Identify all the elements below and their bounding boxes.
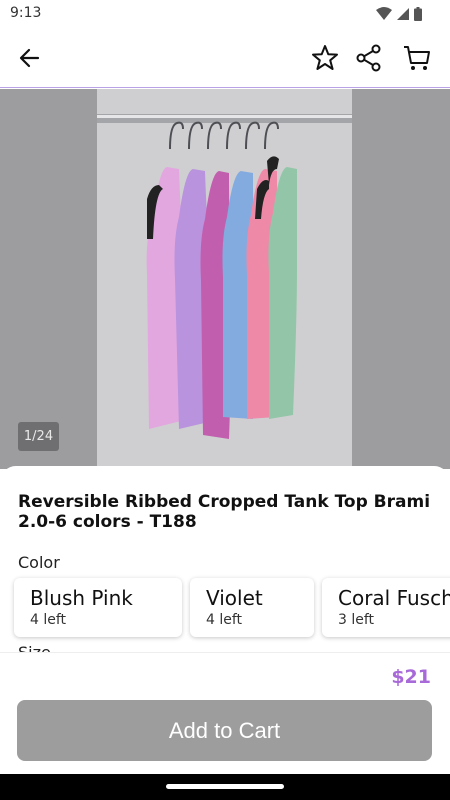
product-photo xyxy=(97,89,352,469)
hanging-tank-tops-image xyxy=(97,114,352,439)
product-details-sheet: Reversible Ribbed Cropped Tank Top Brami… xyxy=(0,466,450,653)
color-option-violet[interactable]: Violet 4 left xyxy=(190,578,314,637)
cart-icon[interactable] xyxy=(401,42,433,74)
wifi-icon xyxy=(376,7,392,20)
status-bar: 9:13 xyxy=(0,0,450,28)
home-gesture-handle[interactable] xyxy=(166,784,284,789)
color-section-label: Color xyxy=(18,553,60,572)
product-title: Reversible Ribbed Cropped Tank Top Brami… xyxy=(18,492,431,532)
color-option-name: Coral Fuschia xyxy=(338,586,450,610)
app-bar xyxy=(0,28,450,88)
color-option-stock: 4 left xyxy=(30,612,67,628)
battery-icon xyxy=(414,7,422,21)
product-price: $21 xyxy=(391,666,431,688)
color-option-blush-pink[interactable]: Blush Pink 4 left xyxy=(14,578,182,637)
color-option-stock: 3 left xyxy=(338,612,375,628)
color-option-coral-fuschia[interactable]: Coral Fuschia 3 left xyxy=(322,578,450,637)
image-counter-badge: 1/24 xyxy=(18,422,59,451)
share-icon[interactable] xyxy=(353,42,385,74)
add-to-cart-button[interactable]: Add to Cart xyxy=(17,700,432,761)
purchase-footer: $21 Add to Cart xyxy=(0,652,450,774)
signal-icon xyxy=(397,8,409,20)
product-image-gallery[interactable]: 1/24 xyxy=(0,89,450,469)
system-navigation-bar xyxy=(0,774,450,800)
status-time: 9:13 xyxy=(10,5,42,21)
color-option-name: Violet xyxy=(206,586,263,610)
star-icon[interactable] xyxy=(309,42,341,74)
status-icons xyxy=(376,7,422,21)
back-arrow-icon[interactable] xyxy=(14,44,46,72)
color-options: Blush Pink 4 left Violet 4 left Coral Fu… xyxy=(14,578,450,637)
color-option-stock: 4 left xyxy=(206,612,243,628)
color-option-name: Blush Pink xyxy=(30,586,133,610)
